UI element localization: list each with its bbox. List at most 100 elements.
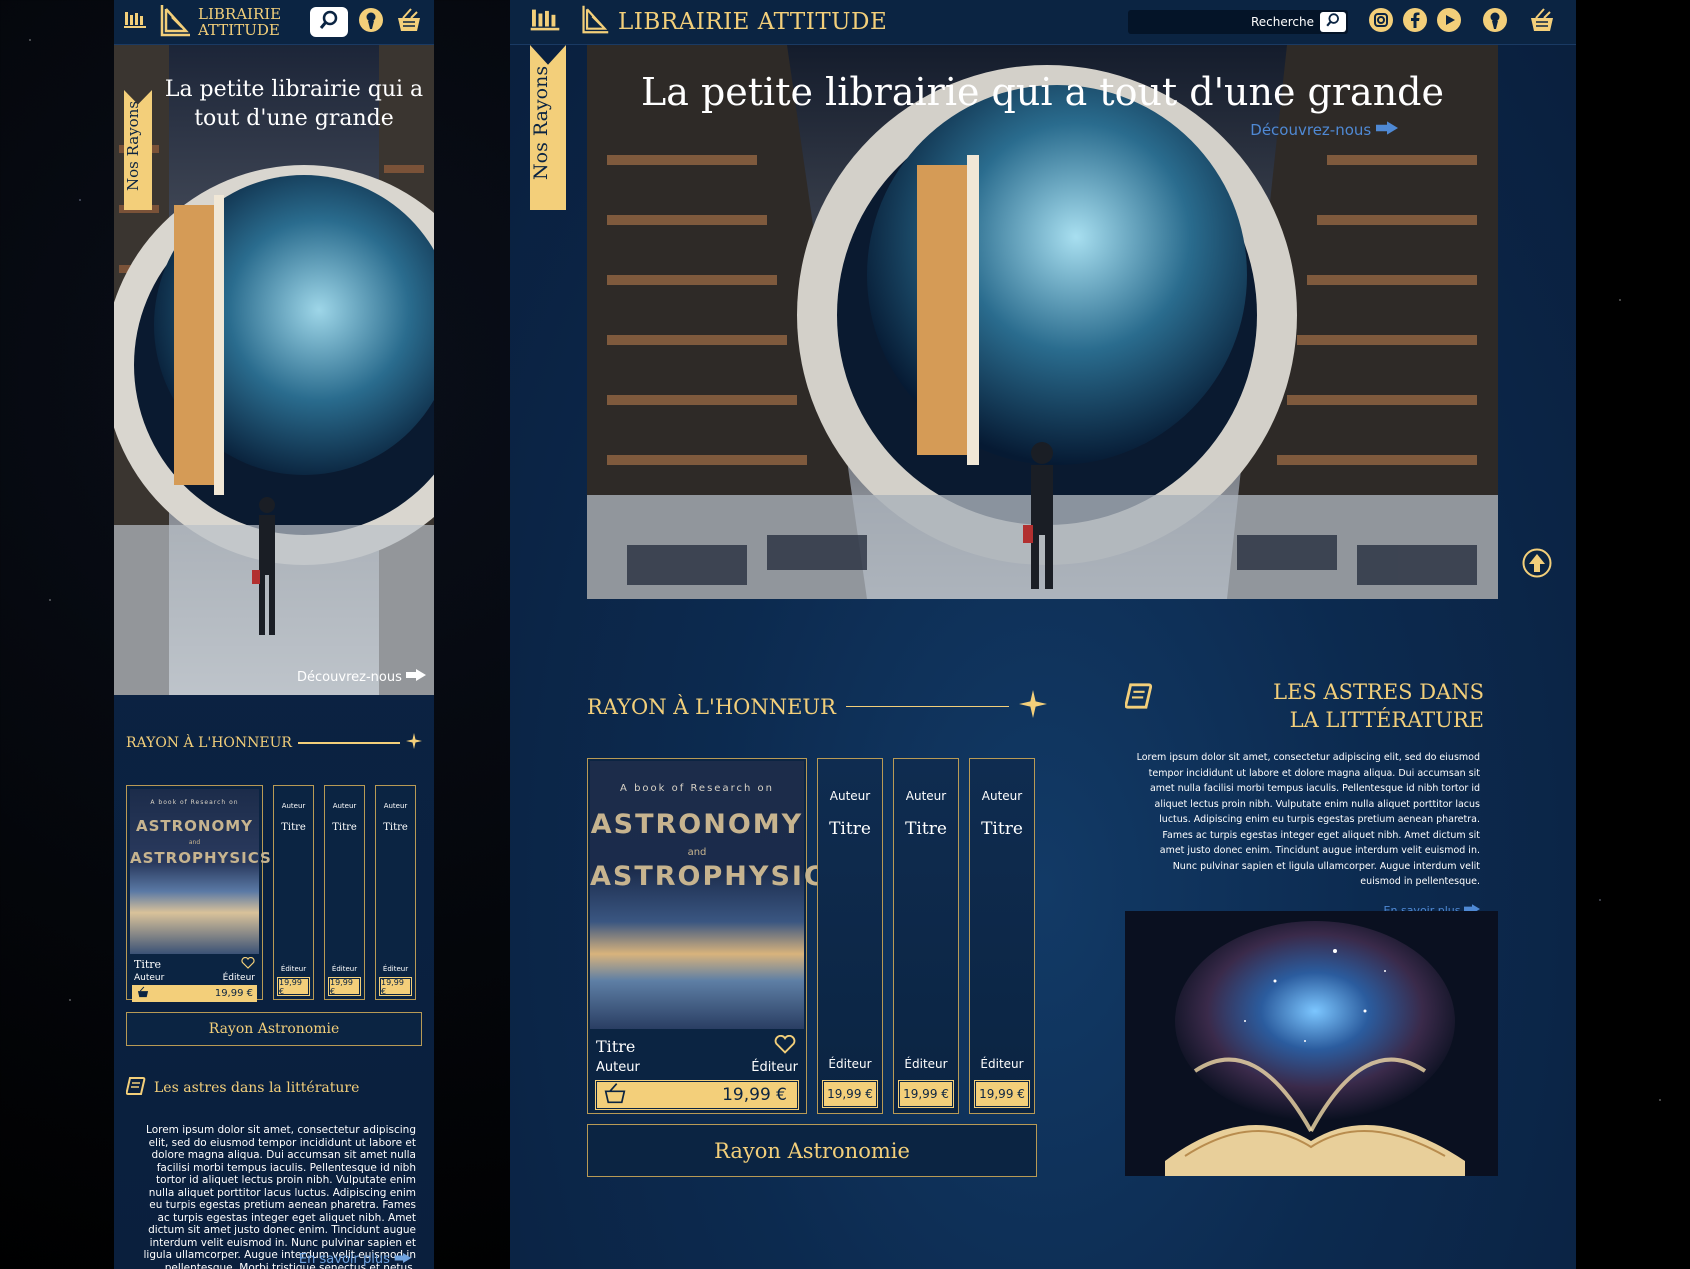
brand-logo[interactable]: LIBRAIRIE ATTITUDE (580, 4, 887, 40)
basket-button[interactable] (394, 7, 424, 37)
search-bar[interactable]: Recherche (1128, 10, 1348, 34)
book-spine[interactable]: Auteur Titre Éditeur 19,99 € (969, 758, 1035, 1114)
cover-subtitle: A book of Research on (150, 799, 239, 806)
rayon-astronomie-button[interactable]: Rayon Astronomie (587, 1124, 1037, 1177)
spine-price-button[interactable]: 19,99 € (328, 977, 361, 996)
basket-icon (395, 7, 423, 37)
astres-title-line2: LA LITTÉRATURE (1289, 708, 1484, 732)
spine-author: Auteur (905, 789, 947, 803)
account-icon[interactable] (1482, 7, 1508, 37)
cover-title-and: and (188, 839, 201, 846)
spine-price-button[interactable]: 19,99 € (277, 977, 310, 996)
cover-title-and: and (687, 847, 707, 858)
discover-label: Découvrez-nous (1250, 121, 1372, 139)
account-button[interactable] (356, 7, 386, 37)
featured-books: A book of Research on ASTRONOMY and ASTR… (114, 753, 434, 1002)
book-spine[interactable]: Auteur Titre Éditeur 19,99 € (324, 785, 365, 1000)
book-spine[interactable]: Auteur Titre Éditeur 19,99 € (375, 785, 416, 1000)
spine-author: Auteur (981, 789, 1023, 803)
search-button[interactable] (310, 7, 348, 37)
spine-price-button[interactable]: 19,99 € (974, 1080, 1030, 1108)
discover-link[interactable]: Découvrez-nous (297, 669, 426, 685)
rayon-astronomie-button[interactable]: Rayon Astronomie (126, 1012, 422, 1046)
desktop-view: LIBRAIRIE ATTITUDE Recherche Nos Rayons … (510, 0, 1576, 1269)
nos-rayons-bookmark[interactable]: Nos Rayons (124, 90, 152, 210)
basket-icon (603, 1082, 627, 1109)
book-spine[interactable]: Auteur Titre Éditeur 19,99 € (273, 785, 314, 1000)
astres-text: Lorem ipsum dolor sit amet, consectetur … (143, 1124, 416, 1269)
spine-editor: Éditeur (828, 1057, 872, 1071)
book-spine[interactable]: Auteur Titre Éditeur 19,99 € (817, 758, 883, 1114)
book-spine[interactable]: Auteur Titre Éditeur 19,99 € (893, 758, 959, 1114)
spine-title: Titre (332, 822, 357, 833)
search-icon (318, 9, 340, 35)
featured-books: A book of Research on ASTRONOMY and ASTR… (587, 758, 1035, 1114)
spine-author: Auteur (332, 802, 357, 810)
featured-title: RAYON À L'HONNEUR (126, 735, 292, 751)
featured-book-card[interactable]: A book of Research on ASTRONOMY and ASTR… (587, 758, 848, 1114)
add-to-basket-button[interactable]: 19,99 € (595, 1080, 799, 1110)
spine-editor: Éditeur (280, 965, 307, 973)
spine-price-button[interactable]: 19,99 € (898, 1080, 954, 1108)
search-button[interactable] (1320, 12, 1346, 32)
book-title: Titre (596, 1037, 636, 1056)
book-cover-image: A book of Research on ASTRONOMY and ASTR… (130, 789, 271, 954)
astres-section: LES ASTRES DANS LA LITTÉRATURE Lorem ips… (1124, 678, 1498, 917)
book-cover-image: A book of Research on ASTRONOMY and ASTR… (590, 761, 848, 1029)
title-divider (297, 742, 400, 744)
basket-icon (136, 986, 150, 1001)
more-link[interactable]: En savoir plus (299, 1252, 412, 1267)
book-author: Auteur (596, 1060, 640, 1075)
astres-text: Lorem ipsum dolor sit amet, consectetur … (1136, 752, 1480, 887)
nos-rayons-bookmark[interactable]: Nos Rayons (530, 45, 566, 210)
add-to-basket-button[interactable]: 19,99 € (132, 985, 257, 1002)
book-title: Titre (134, 958, 162, 971)
spine-editor: Éditeur (331, 965, 358, 973)
cover-title-line1: ASTRONOMY (135, 817, 254, 835)
shelf-icon[interactable] (124, 10, 146, 34)
shelf-icon[interactable] (530, 7, 560, 37)
spine-title: Titre (905, 819, 947, 839)
logo-icon (580, 4, 610, 40)
spine-price-button[interactable]: 19,99 € (822, 1080, 878, 1108)
more-label: En savoir plus (298, 1252, 390, 1267)
brand-name-line2: ATTITUDE (198, 21, 280, 39)
facebook-icon[interactable] (1402, 7, 1428, 37)
brand-name-line1: LIBRAIRIE (198, 5, 282, 23)
brand-logo[interactable]: LIBRAIRIE ATTITUDE (158, 3, 281, 41)
logo-icon (158, 3, 192, 41)
hero-title: La petite librairie qui a tout d'une gra… (164, 77, 424, 131)
book-editor: Éditeur (751, 1060, 798, 1075)
spine-title: Titre (981, 819, 1023, 839)
basket-icon[interactable] (1528, 7, 1556, 37)
arrow-right-icon (394, 1252, 412, 1267)
search-icon (1325, 12, 1341, 32)
hero-title: La petite librairie qui a tout d'une gra… (641, 70, 1444, 114)
spine-editor: Éditeur (904, 1057, 948, 1071)
featured-book-card[interactable]: A book of Research on ASTRONOMY and ASTR… (126, 785, 271, 1002)
mobile-hero: Nos Rayons La petite librairie qui a tou… (114, 45, 434, 695)
cover-title-line2: ASTROPHYSICS (590, 861, 848, 892)
featured-section-title: RAYON À L'HONNEUR (114, 695, 434, 753)
youtube-icon[interactable] (1436, 7, 1462, 37)
scroll-icon (125, 1076, 146, 1100)
spine-author: Auteur (281, 802, 306, 810)
open-book-galaxy-image (1125, 911, 1498, 1176)
spine-price-button[interactable]: 19,99 € (379, 977, 412, 996)
book-price: 19,99 € (722, 1085, 787, 1105)
spine-title: Titre (281, 822, 306, 833)
heart-icon[interactable] (774, 1034, 796, 1058)
search-label: Recherche (1250, 15, 1314, 29)
book-price: 19,99 € (214, 988, 253, 999)
heart-icon[interactable] (241, 954, 255, 973)
star-icon (406, 733, 422, 753)
discover-label: Découvrez-nous (297, 670, 402, 685)
desktop-header: LIBRAIRIE ATTITUDE Recherche (510, 0, 1576, 45)
cover-subtitle: A book of Research on (620, 783, 774, 794)
scroll-top-button[interactable] (1522, 548, 1552, 578)
discover-link[interactable]: Découvrez-nous (1250, 121, 1398, 139)
instagram-icon[interactable] (1368, 7, 1394, 37)
scroll-icon (1124, 682, 1153, 714)
account-icon (358, 7, 384, 37)
mobile-header: LIBRAIRIE ATTITUDE (114, 0, 434, 45)
